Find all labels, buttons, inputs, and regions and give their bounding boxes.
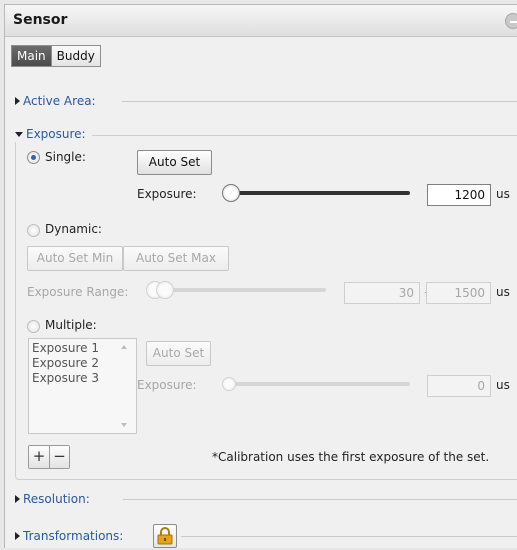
single-exposure-label: Exposure: bbox=[137, 187, 197, 201]
exposure-range-label: Exposure Range: bbox=[27, 285, 129, 299]
multiple-exposure-label: Exposure: bbox=[137, 378, 197, 392]
remove-exposure-button[interactable]: − bbox=[49, 446, 69, 468]
section-exposure[interactable]: Exposure: bbox=[15, 126, 92, 142]
panel-header[interactable]: Sensor bbox=[5, 5, 517, 37]
range-max-input[interactable]: 1500 bbox=[426, 282, 491, 304]
expand-arrow-icon bbox=[15, 495, 20, 503]
section-transformations[interactable]: Transformations: bbox=[15, 528, 123, 544]
single-radio[interactable] bbox=[27, 151, 40, 164]
tab-main[interactable]: Main bbox=[12, 46, 51, 66]
panel-title: Sensor bbox=[13, 12, 68, 28]
single-exposure-input[interactable]: 1200 bbox=[427, 184, 491, 206]
list-item[interactable]: Exposure 3 bbox=[32, 371, 99, 385]
multiple-exposure-slider[interactable] bbox=[229, 382, 410, 386]
section-transformations-label: Transformations: bbox=[23, 529, 124, 543]
section-active-area-label: Active Area: bbox=[23, 94, 96, 108]
single-auto-set-button[interactable]: Auto Set bbox=[137, 150, 212, 175]
section-active-area[interactable]: Active Area: bbox=[15, 93, 96, 109]
range-min-input[interactable]: 30 bbox=[344, 282, 420, 304]
exposure-list[interactable]: Exposure 1 Exposure 2 Exposure 3 bbox=[28, 338, 137, 434]
list-item[interactable]: Exposure 1 bbox=[32, 341, 99, 355]
section-resolution[interactable]: Resolution: bbox=[15, 491, 90, 507]
expand-arrow-icon bbox=[15, 532, 20, 540]
section-exposure-label: Exposure: bbox=[26, 127, 86, 141]
lock-icon bbox=[157, 527, 173, 545]
section-resolution-label: Resolution: bbox=[23, 492, 90, 506]
tab-bar: Main Buddy bbox=[11, 45, 101, 67]
calibration-note: *Calibration uses the first exposure of … bbox=[212, 450, 490, 464]
dynamic-radio[interactable] bbox=[27, 224, 40, 237]
range-unit: us bbox=[496, 285, 510, 299]
divider bbox=[123, 499, 517, 500]
single-label: Single: bbox=[45, 150, 86, 164]
tab-buddy[interactable]: Buddy bbox=[50, 46, 100, 66]
minus-circle-icon[interactable] bbox=[505, 13, 517, 29]
multiple-exposure-slider-handle[interactable] bbox=[222, 377, 236, 391]
range-max-handle[interactable] bbox=[156, 281, 174, 299]
collapse-arrow-icon bbox=[15, 131, 23, 137]
single-exposure-slider-handle[interactable] bbox=[222, 184, 240, 202]
dynamic-label: Dynamic: bbox=[45, 222, 102, 236]
scroll-down-arrow-icon[interactable] bbox=[121, 423, 127, 427]
expand-arrow-icon bbox=[15, 97, 20, 105]
auto-set-min-button[interactable]: Auto Set Min bbox=[27, 246, 123, 271]
exposure-range-slider[interactable] bbox=[153, 288, 326, 292]
scroll-up-arrow-icon[interactable] bbox=[121, 345, 127, 349]
multiple-auto-set-button[interactable]: Auto Set bbox=[146, 341, 211, 366]
multiple-radio[interactable] bbox=[27, 320, 40, 333]
single-exposure-unit: us bbox=[496, 187, 510, 201]
multiple-exposure-input[interactable]: 0 bbox=[427, 375, 491, 397]
lock-button[interactable] bbox=[153, 524, 177, 548]
single-exposure-slider[interactable] bbox=[229, 191, 410, 195]
auto-set-max-button[interactable]: Auto Set Max bbox=[123, 246, 229, 271]
add-exposure-button[interactable]: + bbox=[29, 446, 49, 468]
list-item[interactable]: Exposure 2 bbox=[32, 356, 99, 370]
sensor-panel: Sensor Main Buddy Active Area: Exposure:… bbox=[4, 4, 517, 548]
divider bbox=[122, 101, 517, 102]
list-edit-controls: + − bbox=[28, 445, 70, 469]
multiple-exposure-unit: us bbox=[496, 378, 510, 392]
divider bbox=[181, 536, 517, 537]
multiple-label: Multiple: bbox=[45, 318, 97, 332]
